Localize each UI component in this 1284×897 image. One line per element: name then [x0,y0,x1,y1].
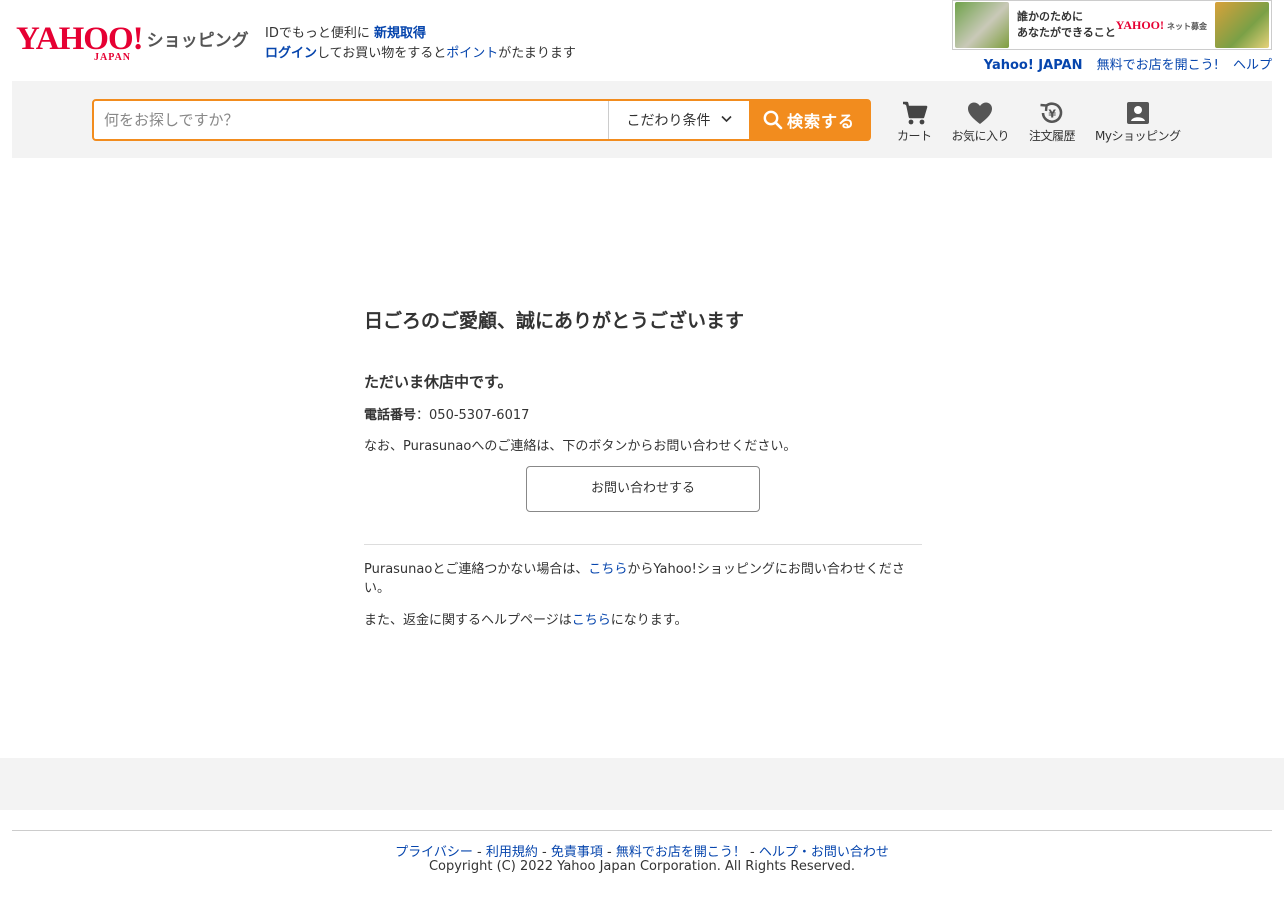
footer-sep: - [472,845,486,860]
main-content: 日ごろのご愛顧、誠にありがとうございます ただいま休店中です。 電話番号：050… [364,306,922,628]
search-box: こだわり条件 検索する [92,99,871,141]
order-history-icon: ¥ [1040,102,1063,123]
nav-icons: カート お気に入り ¥ 注文履歴 Myショッピング [897,99,1201,144]
fallback-text-1: Purasunaoとご連絡つかない場合は、 [364,562,589,577]
footer-sep: - [602,845,616,860]
svg-text:¥: ¥ [1048,108,1056,121]
contact-note: なお、Purasunaoへのご連絡は、下のボタンからお問い合わせください。 [364,439,797,454]
footer-sep: - [537,845,551,860]
condition-label: こだわり条件 [626,113,711,129]
nav-order-history[interactable]: ¥ 注文履歴 [1029,99,1076,144]
fallback-contact-text: Purasunaoとご連絡つかない場合は、こちらからYahoo!ショッピングにお… [364,558,922,596]
chevron-down-icon [720,115,732,126]
yahoo-japan-link[interactable]: Yahoo! JAPAN [984,58,1083,73]
tel-label: 電話番号 [364,408,417,423]
refund-help-text: また、返金に関するヘルプページはこちらになります。 [364,609,922,628]
footer-divider [12,830,1272,831]
condition-dropdown[interactable]: こだわり条件 [608,101,749,139]
banner-logo-small: ネット募金 [1167,21,1207,31]
open-store-link[interactable]: 無料でお店を開こう! [1097,58,1219,73]
logo-main: YAHOO! [16,21,144,57]
id-promo-text-2: してお買い物をすると [317,46,447,61]
banner-logo: YAHOO! ネット募金 [1116,18,1207,33]
footer-terms-link[interactable]: 利用規約 [486,845,538,860]
footer-disclaimer-link[interactable]: 免責事項 [551,845,603,860]
divider [364,544,922,545]
nav-my-shopping[interactable]: Myショッピング [1095,99,1181,144]
refund-text-1: また、返金に関するヘルプページは [364,613,572,628]
banner-text: 誰かのために あなたができること [1011,9,1116,41]
footer-sep: - [745,845,759,860]
nav-cart[interactable]: カート [897,99,932,144]
login-link[interactable]: ログイン [265,46,317,61]
banner-line-1: 誰かのために [1017,10,1083,23]
search-icon [763,110,783,130]
tel-line: 電話番号：050-5307-6017 [364,404,922,423]
heart-icon [968,102,993,124]
nav-my-shopping-label: Myショッピング [1095,129,1181,143]
footer-band [0,758,1284,810]
nav-cart-label: カート [897,129,932,143]
cart-icon [903,101,928,125]
help-link[interactable]: ヘルプ [1233,58,1272,73]
footer-open-store-link[interactable]: 無料でお店を開こう！ [616,845,746,860]
closed-heading: ただいま休店中です。 [364,373,513,391]
register-link[interactable]: 新規取得 [374,26,426,41]
logo-sub: JAPAN [94,52,132,63]
search-button-label: 検索する [786,112,855,131]
account-icon [1126,102,1149,124]
banner-line-2: あなたができること [1017,26,1116,39]
banner-image-left [955,2,1009,48]
refund-help-link[interactable]: こちら [572,613,611,628]
search-band: こだわり条件 検索する カート お気に入り ¥ 注文履歴 Myショッピング [12,81,1272,158]
top-links: Yahoo! JAPAN 無料でお店を開こう! ヘルプ [974,54,1272,73]
logo-service: ショッピング [146,31,249,51]
footer-help-link[interactable]: ヘルプ・お問い合わせ [759,845,889,860]
copyright: Copyright (C) 2022 Yahoo Japan Corporati… [428,859,856,874]
page-title: 日ごろのご愛顧、誠にありがとうございます [364,310,745,332]
nav-favorites[interactable]: お気に入り [952,99,1010,144]
footer-privacy-link[interactable]: プライバシー [395,845,473,860]
fallback-contact-link[interactable]: こちら [588,562,627,577]
yahoo-shopping-logo[interactable]: YAHOO! JAPAN ショッピング [16,21,249,64]
search-input[interactable] [94,101,608,139]
id-promo-text: IDでもっと便利に [265,26,370,41]
contact-button[interactable]: お問い合わせする [526,466,760,512]
tel-separator: ： [416,408,430,423]
nav-order-history-label: 注文履歴 [1029,129,1076,143]
refund-text-2: になります。 [610,613,688,628]
banner-logo-text: YAHOO! [1115,17,1164,32]
search-button[interactable]: 検索する [749,101,869,139]
donation-banner[interactable]: 誰かのために あなたができること YAHOO! ネット募金 [952,0,1272,50]
id-promo-text-3: がたまります [498,46,576,61]
banner-image-right [1215,2,1269,48]
point-link[interactable]: ポイント [446,46,498,61]
footer-links: プライバシー - 利用規約 - 免責事項 - 無料でお店を開こう！ - ヘルプ・… [0,841,1284,860]
id-promo: IDでもっと便利に 新規取得 ログインしてお買い物をするとポイントがたまります [265,24,576,64]
nav-favorites-label: お気に入り [951,129,1010,143]
tel-value: 050-5307-6017 [429,408,530,423]
